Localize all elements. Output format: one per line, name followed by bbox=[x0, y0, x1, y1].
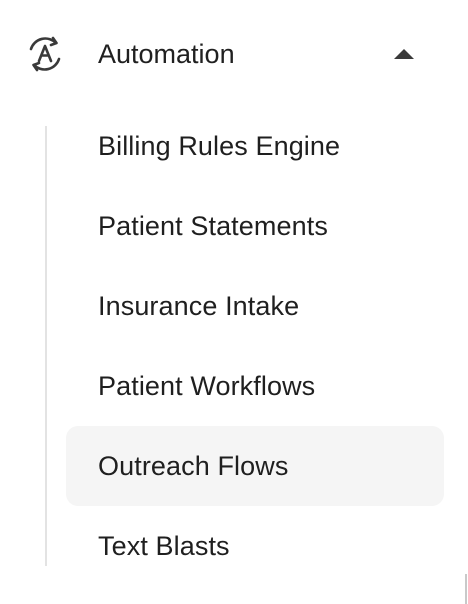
submenu-item-insurance-intake[interactable]: Insurance Intake bbox=[66, 266, 444, 346]
submenu-item-billing-rules-engine[interactable]: Billing Rules Engine bbox=[66, 106, 444, 186]
automation-section-title: Automation bbox=[98, 39, 235, 69]
automation-submenu: Billing Rules Engine Patient Statements … bbox=[66, 106, 444, 586]
submenu-item-label: Billing Rules Engine bbox=[98, 131, 341, 161]
submenu-item-label: Text Blasts bbox=[98, 531, 230, 561]
submenu-item-label: Insurance Intake bbox=[98, 291, 300, 321]
submenu-item-patient-workflows[interactable]: Patient Workflows bbox=[66, 346, 444, 426]
submenu-item-outreach-flows[interactable]: Outreach Flows bbox=[66, 426, 444, 506]
submenu-rail bbox=[45, 126, 47, 566]
submenu-item-label: Outreach Flows bbox=[98, 451, 289, 481]
submenu-item-text-blasts[interactable]: Text Blasts bbox=[66, 506, 444, 586]
submenu-item-label: Patient Workflows bbox=[98, 371, 316, 401]
automation-icon bbox=[26, 35, 64, 73]
submenu-item-label: Patient Statements bbox=[98, 211, 328, 241]
chevron-up-icon[interactable] bbox=[392, 45, 416, 63]
panel-edge-divider bbox=[465, 574, 467, 604]
automation-section-header[interactable]: Automation bbox=[20, 22, 440, 86]
submenu-item-patient-statements[interactable]: Patient Statements bbox=[66, 186, 444, 266]
automation-nav-section: Automation Billing Rules Engine Patient … bbox=[0, 0, 468, 604]
